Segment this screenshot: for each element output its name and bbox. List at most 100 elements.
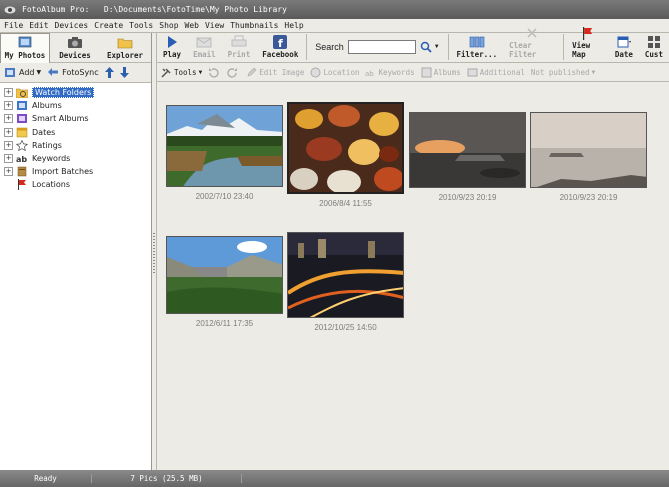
expand-icon[interactable]: + [4,88,13,98]
move-up-button[interactable] [104,67,114,78]
tools-button[interactable]: Tools ▼ [161,67,202,78]
albums-button[interactable]: Albums [421,67,461,78]
tree-item-dates[interactable]: + Dates [4,126,151,139]
expand-icon[interactable]: + [4,140,13,150]
menu-shop[interactable]: Shop [159,21,178,30]
svg-text:ab: ab [365,70,374,78]
published-dropdown[interactable]: Not published ▼ [531,68,595,77]
app-logo-icon [4,6,16,13]
menu-edit[interactable]: Edit [29,21,48,30]
menu-thumbnails[interactable]: Thumbnails [230,21,278,30]
autumn-leaves-image [289,104,402,192]
menu-devices[interactable]: Devices [55,21,89,30]
tab-explorer[interactable]: Explorer [100,33,150,63]
thumbnail-caption: 2012/6/11 17:35 [195,319,254,328]
arrow-down-icon [119,67,129,78]
close-icon [527,28,537,38]
rotate-left-icon [209,67,219,78]
thumbnail-item[interactable]: 2006/8/4 11:55 [285,102,406,208]
thumbnail-item[interactable]: 2010/9/23 20:19 [407,112,528,202]
play-button[interactable]: Play [157,35,187,62]
library-tree: + Watch Folders + Albums + Smart Albums … [0,83,151,192]
city-night-image [288,233,403,317]
map-flag-icon [583,27,593,40]
misty-coast-image [531,113,646,187]
keywords-button[interactable]: ab Keywords [365,67,414,78]
menu-create[interactable]: Create [94,21,123,30]
thumbnail-item[interactable]: 2012/10/25 14:50 [285,232,406,332]
tree-item-keywords[interactable]: + ab Keywords [4,152,151,165]
watch-folder-icon [16,88,28,99]
status-bar: Ready 7 Pics (25.5 MB) [0,470,669,487]
email-button[interactable]: Email [187,35,222,62]
photo-thumbnail[interactable] [287,232,404,318]
edit-image-button[interactable]: Edit Image [246,67,304,78]
print-button[interactable]: Print [222,35,257,62]
menu-web[interactable]: Web [185,21,199,30]
location-button[interactable]: Location [310,67,359,78]
date-sort-button[interactable]: Date [609,35,639,62]
arrow-up-icon [104,67,114,78]
facebook-button[interactable]: f Facebook [256,35,304,62]
thumbnail-caption: 2012/10/25 14:50 [314,323,377,332]
status-count: 7 Pics (25.5 MB) [92,474,242,483]
svg-text:f: f [278,37,283,49]
add-button[interactable]: Add ▼ [4,67,41,78]
filter-icon [469,36,485,48]
camera-icon [68,37,82,48]
valley-image [167,237,282,313]
thumbnail-caption: 2002/7/10 23:40 [195,192,254,201]
window-title: FotoAlbum Pro: D:\Documents\FotoTime\My … [22,5,287,14]
photo-thumbnail[interactable] [287,102,404,194]
expand-icon[interactable]: + [4,154,13,164]
globe-icon [310,67,321,77]
expand-icon[interactable]: + [4,167,13,177]
star-icon [16,139,28,151]
search-icon[interactable] [420,41,432,53]
tree-item-ratings[interactable]: + Ratings [4,139,151,152]
tree-item-locations[interactable]: Locations [4,178,151,191]
photo-thumbnail[interactable] [166,105,283,187]
mountain-lake-image [167,106,282,186]
clear-filter-button[interactable]: Clear Filter [503,26,561,62]
tree-item-albums[interactable]: + Albums [4,99,151,112]
menu-view[interactable]: View [205,21,224,30]
photo-thumbnail[interactable] [530,112,647,188]
tree-item-smart-albums[interactable]: + Smart Albums [4,112,151,125]
photo-thumbnail[interactable] [166,236,283,314]
tab-devices[interactable]: Devices [50,33,100,63]
thumbnail-item[interactable]: 2012/6/11 17:35 [164,236,285,328]
menu-file[interactable]: File [4,21,23,30]
rotate-right-button[interactable] [227,67,240,78]
photo-thumbnail[interactable] [409,112,526,188]
add-icon [5,68,15,77]
album-icon [421,67,432,77]
thumbnail-item[interactable]: 2002/7/10 23:40 [164,105,285,201]
custom-sort-button[interactable]: Cust [639,35,669,62]
facebook-icon: f [273,35,288,49]
additional-button[interactable]: Additional [467,67,525,78]
expand-icon[interactable]: + [4,127,13,137]
view-map-button[interactable]: View Map [566,26,609,62]
search-input[interactable] [347,40,416,54]
tree-item-watch-folders[interactable]: + Watch Folders [4,86,151,99]
fotosync-button[interactable]: FotoSync [47,67,99,78]
title-bar: FotoAlbum Pro: D:\Documents\FotoTime\My … [0,0,669,19]
move-down-button[interactable] [119,67,129,78]
chevron-down-icon[interactable]: ▼ [434,44,440,50]
expand-icon[interactable]: + [4,101,13,111]
rotate-left-button[interactable] [208,67,221,78]
sunset-coast-image [410,113,525,187]
filter-button[interactable]: Filter... [451,35,504,62]
view-tabs: My Photos Devices Explorer [0,33,151,63]
expand-icon[interactable]: + [4,114,13,124]
info-icon [467,68,478,76]
chevron-down-icon: ▼ [36,69,42,76]
tree-item-import-batches[interactable]: + Import Batches [4,165,151,178]
menu-tools[interactable]: Tools [129,21,153,30]
thumbnail-item[interactable]: 2010/9/23 20:19 [528,112,649,202]
play-icon [168,36,178,48]
splitter-grip[interactable] [153,233,155,273]
tab-my-photos[interactable]: My Photos [0,33,50,63]
menu-help[interactable]: Help [284,21,303,30]
